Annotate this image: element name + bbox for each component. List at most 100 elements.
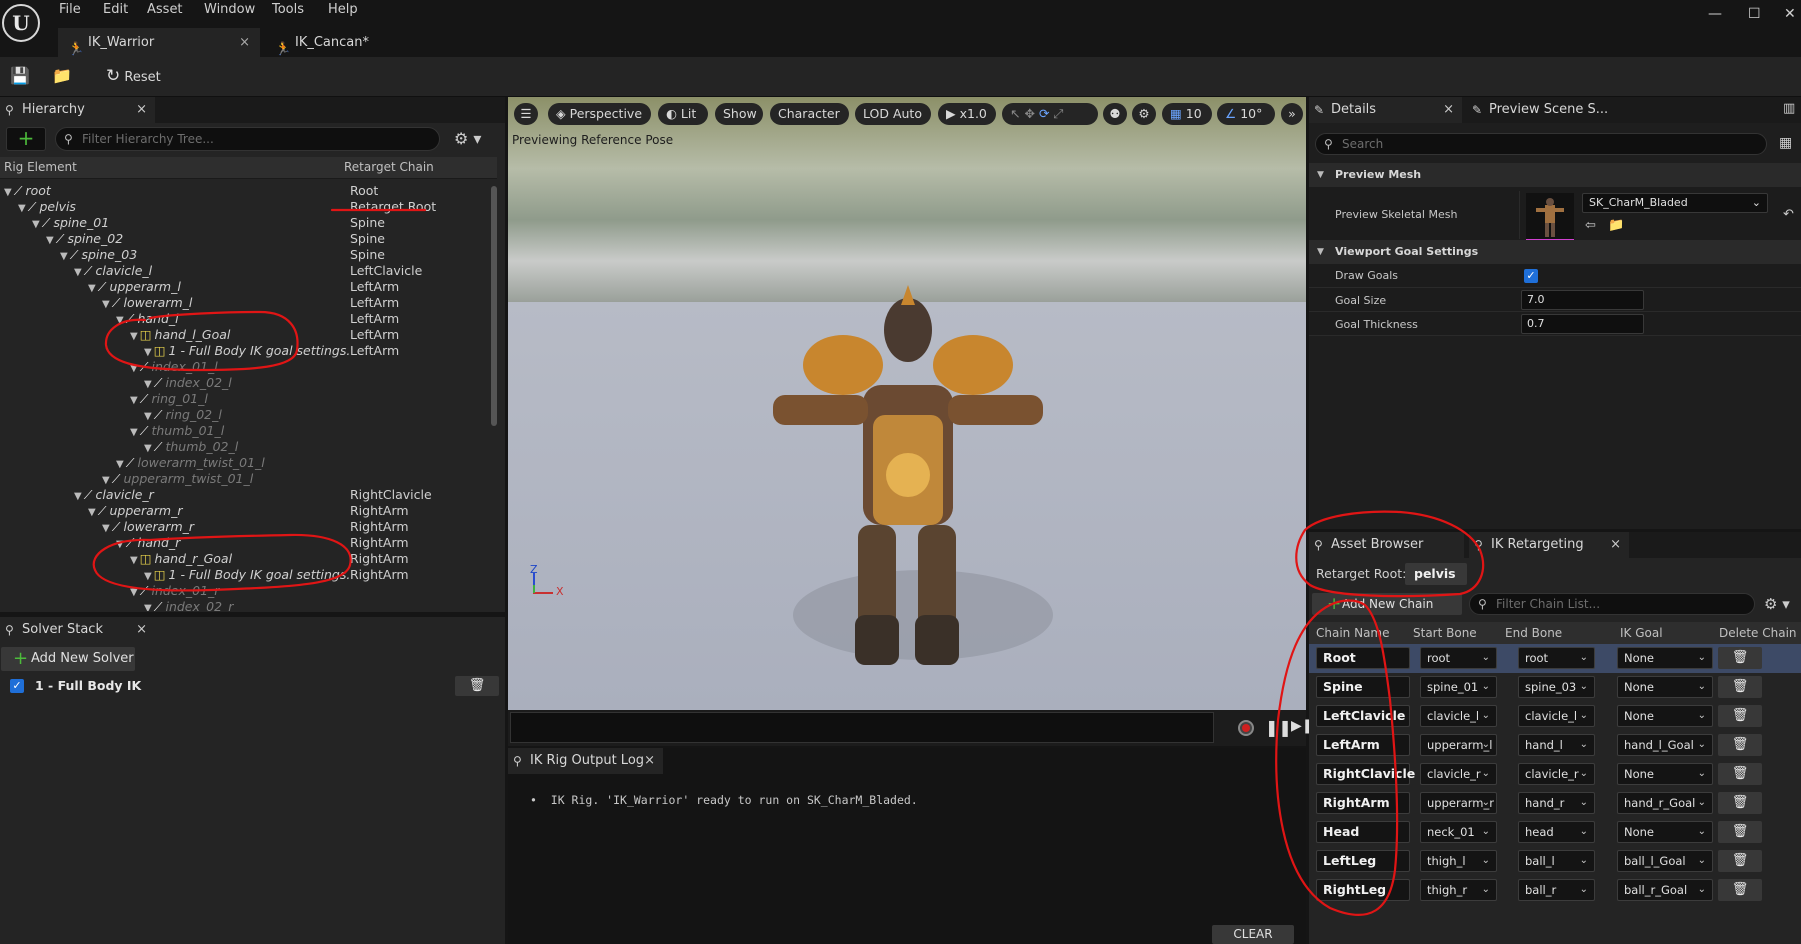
hierarchy-row[interactable]: ▼ ⟋ thumb_02_l — [144, 439, 238, 455]
end-bone-dropdown[interactable]: root ⌄ — [1518, 647, 1595, 669]
world-space-icon[interactable]: ⚉ — [1103, 103, 1127, 125]
hierarchy-scrollbar[interactable] — [491, 186, 497, 426]
expand-arrow-icon[interactable]: ▼ — [130, 587, 138, 598]
delete-chain-icon[interactable]: 🗑 — [1718, 676, 1762, 698]
start-bone-dropdown[interactable]: thigh_r ⌄ — [1420, 879, 1497, 901]
start-bone-dropdown[interactable]: upperarm_l ⌄ — [1420, 734, 1497, 756]
expand-arrow-icon[interactable]: ▼ — [32, 219, 40, 230]
expand-arrow-icon[interactable]: ▼ — [102, 475, 110, 486]
solver-enabled-checkbox[interactable]: ✓ — [10, 679, 24, 693]
menu-tools[interactable]: Tools — [272, 2, 304, 17]
hierarchy-row[interactable]: ▼ ⟋ upperarm_l — [88, 279, 181, 295]
retarget-root-value[interactable]: pelvis — [1405, 563, 1467, 585]
mesh-thumbnail[interactable] — [1526, 193, 1574, 241]
hierarchy-row[interactable]: ▼ ⟋ thumb_01_l — [130, 423, 224, 439]
record-button[interactable] — [1238, 720, 1254, 736]
expand-arrow-icon[interactable]: ▼ — [88, 507, 96, 518]
save-icon[interactable]: 💾 — [10, 66, 30, 85]
expand-arrow-icon[interactable]: ▼ — [144, 571, 152, 582]
expand-arrow-icon[interactable]: ▼ — [88, 283, 96, 294]
chain-name-field[interactable]: LeftArm — [1316, 734, 1410, 756]
scale-icon[interactable]: ⤢ — [1053, 106, 1063, 121]
menu-edit[interactable]: Edit — [103, 2, 128, 17]
ik-goal-dropdown[interactable]: None ⌄ — [1617, 676, 1713, 698]
hierarchy-row[interactable]: ▼ ⟋ ring_01_l — [130, 391, 208, 407]
chain-name-field[interactable]: RightClavicle — [1316, 763, 1415, 785]
maximize-icon[interactable]: ☐ — [1748, 6, 1761, 22]
ik-goal-dropdown[interactable]: None ⌄ — [1617, 821, 1713, 843]
browse-asset-icon[interactable]: 📁 — [1608, 218, 1624, 233]
grid-snap-button[interactable]: ▦ 10 — [1162, 103, 1212, 125]
hierarchy-row[interactable]: ▼ ⟋ clavicle_r — [74, 487, 154, 503]
warrior-character[interactable] — [743, 285, 1073, 685]
delete-solver-icon[interactable]: 🗑 — [455, 676, 499, 696]
lit-button[interactable]: ◐ Lit — [658, 103, 708, 125]
chain-filter-input[interactable]: ⚲ Filter Chain List... — [1469, 593, 1755, 615]
delete-chain-icon[interactable]: 🗑 — [1718, 792, 1762, 814]
menu-help[interactable]: Help — [328, 2, 358, 17]
close-tab-icon[interactable]: × — [644, 748, 655, 774]
settings-gear-icon[interactable]: ⚙ ▾ — [1764, 595, 1790, 613]
tab-hierarchy[interactable]: ⚲ Hierarchy × — [0, 97, 155, 123]
expand-arrow-icon[interactable]: ▼ — [144, 603, 152, 611]
viewport[interactable]: ☰ ◈ Perspective ◐ Lit Show Character LOD… — [508, 97, 1306, 710]
chain-name-field[interactable]: LeftClavicle — [1316, 705, 1410, 727]
character-button[interactable]: Character — [770, 103, 849, 125]
close-tab-icon[interactable]: × — [239, 28, 250, 57]
expand-arrow-icon[interactable]: ▼ — [144, 443, 152, 454]
reset-button[interactable]: ↻ Reset — [106, 64, 161, 88]
details-search-input[interactable]: ⚲ Search — [1315, 133, 1767, 155]
close-tab-icon[interactable]: × — [1610, 532, 1621, 558]
start-bone-dropdown[interactable]: upperarm_r ⌄ — [1420, 792, 1497, 814]
end-bone-dropdown[interactable]: hand_l ⌄ — [1518, 734, 1595, 756]
expand-arrow-icon[interactable]: ▼ — [4, 187, 12, 198]
expand-arrow-icon[interactable]: ▼ — [130, 555, 138, 566]
close-tab-icon[interactable]: × — [1443, 97, 1454, 123]
end-bone-dropdown[interactable]: clavicle_r ⌄ — [1518, 763, 1595, 785]
menu-window[interactable]: Window — [204, 2, 255, 17]
expand-arrow-icon[interactable]: ▼ — [18, 203, 26, 214]
expand-arrow-icon[interactable]: ▼ — [130, 427, 138, 438]
chain-name-field[interactable]: Head — [1316, 821, 1410, 843]
hierarchy-row[interactable]: ▼ ⟋ index_01_l — [130, 359, 218, 375]
end-bone-dropdown[interactable]: ball_r ⌄ — [1518, 879, 1595, 901]
tab-ik-cancan[interactable]: 🏃 IK_Cancan* — [265, 28, 415, 57]
hierarchy-row[interactable]: ▼ ⟋ ring_02_l — [144, 407, 222, 423]
hierarchy-row[interactable]: ▼ ◫ hand_r_Goal — [130, 551, 232, 567]
start-bone-dropdown[interactable]: clavicle_l ⌄ — [1420, 705, 1497, 727]
start-bone-dropdown[interactable]: neck_01 ⌄ — [1420, 821, 1497, 843]
chain-name-field[interactable]: RightLeg — [1316, 879, 1410, 901]
tab-preview-scene[interactable]: ✎ Preview Scene S... — [1467, 97, 1637, 123]
expand-arrow-icon[interactable]: ▼ — [116, 315, 124, 326]
hierarchy-row[interactable]: ▼ ⟋ index_01_r — [130, 583, 219, 599]
delete-chain-icon[interactable]: 🗑 — [1718, 647, 1762, 669]
hierarchy-row[interactable]: ▼ ⟋ index_02_l — [144, 375, 232, 391]
delete-chain-icon[interactable]: 🗑 — [1718, 705, 1762, 727]
chain-name-field[interactable]: Root — [1316, 647, 1410, 669]
expand-arrow-icon[interactable]: ▼ — [130, 331, 138, 342]
minimize-icon[interactable]: — — [1708, 6, 1722, 22]
hierarchy-row[interactable]: ▼ ◫ hand_l_Goal — [130, 327, 230, 343]
menu-asset[interactable]: Asset — [147, 2, 183, 17]
preview-mesh-section[interactable]: ▼ Preview Mesh — [1309, 163, 1801, 187]
tab-output-log[interactable]: ⚲ IK Rig Output Log × — [508, 748, 663, 774]
start-bone-dropdown[interactable]: clavicle_r ⌄ — [1420, 763, 1497, 785]
use-selected-asset-icon[interactable]: ⇦ — [1585, 218, 1596, 233]
hierarchy-row[interactable]: ▼ ◫ 1 - Full Body IK goal settings. — [144, 567, 350, 583]
hierarchy-row[interactable]: ▼ ⟋ spine_02 — [46, 231, 123, 247]
hierarchy-row[interactable]: ▼ ⟋ lowerarm_twist_01_l — [116, 455, 265, 471]
end-bone-dropdown[interactable]: head ⌄ — [1518, 821, 1595, 843]
delete-chain-icon[interactable]: 🗑 — [1718, 763, 1762, 785]
unreal-logo-icon[interactable]: U — [2, 4, 40, 42]
pause-icon[interactable]: ❚❚ — [1265, 718, 1292, 737]
expand-arrow-icon[interactable]: ▼ — [74, 491, 82, 502]
ik-goal-dropdown[interactable]: None ⌄ — [1617, 647, 1713, 669]
expand-arrow-icon[interactable]: ▼ — [116, 459, 124, 470]
ik-goal-dropdown[interactable]: None ⌄ — [1617, 763, 1713, 785]
chain-name-field[interactable]: LeftLeg — [1316, 850, 1410, 872]
property-matrix-icon[interactable]: ▦ — [1779, 135, 1792, 151]
tab-ik-retargeting[interactable]: ⚲ IK Retargeting × — [1469, 532, 1629, 558]
menu-file[interactable]: File — [59, 2, 81, 17]
browse-asset-icon[interactable]: 📁 — [52, 66, 72, 85]
expand-arrow-icon[interactable]: ▼ — [102, 299, 110, 310]
